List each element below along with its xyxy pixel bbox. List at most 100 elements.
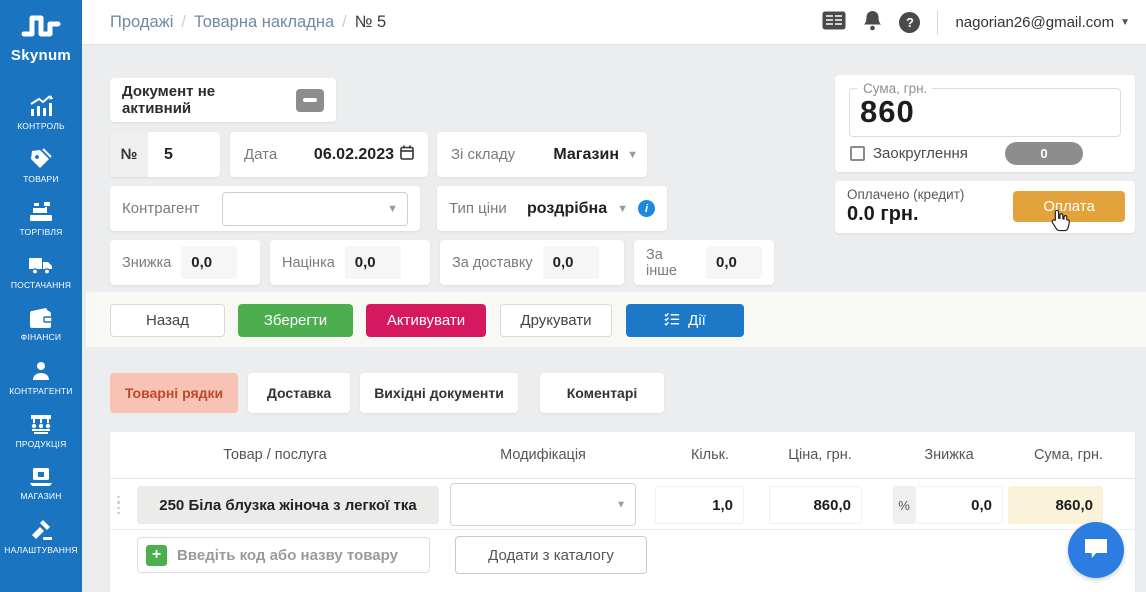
breadcrumb: Продажі / Товарна накладна / № 5: [110, 0, 386, 45]
price-tags-icon: [29, 147, 53, 171]
sidebar-item-finance[interactable]: ФІНАНСИ: [0, 298, 82, 351]
sidebar-item-label: ФІНАНСИ: [20, 332, 62, 342]
breadcrumb-sales-link[interactable]: Продажі: [110, 13, 173, 32]
other-fee-label: За інше: [646, 246, 677, 279]
sidebar-item-label: ТОВАРИ: [23, 174, 59, 184]
cash-register-icon: [28, 200, 54, 224]
sidebar-item-production[interactable]: ПРОДУКЦІЯ: [0, 404, 82, 457]
delivery-fee-label: За доставку: [452, 254, 533, 271]
price-input[interactable]: 860,0: [769, 486, 862, 524]
counterparty-label: Контрагент: [122, 200, 200, 217]
active-toggle[interactable]: [296, 88, 324, 112]
production-icon: [28, 412, 54, 436]
sidebar-item-label: КОНТРАГЕНТИ: [9, 386, 73, 396]
sidebar-item-label: ПРОДУКЦІЯ: [15, 439, 67, 449]
app-screen: Skynum КОНТРОЛЬ ТОВАРИ ТОРГІВЛЯ ПОСТАЧАН…: [0, 0, 1146, 592]
total-fieldset: Сума, грн. 860: [849, 81, 1121, 137]
sidebar-item-label: МАГАЗИН: [20, 491, 62, 501]
tab-outgoing-documents[interactable]: Вихідні документи: [360, 373, 518, 413]
row-discount-input[interactable]: 0,0: [915, 486, 1003, 524]
chevron-down-icon: ▼: [616, 499, 626, 510]
sidebar-item-label: КОНТРОЛЬ: [17, 121, 65, 131]
row-sum-cell: 860,0: [1008, 486, 1103, 524]
date-value[interactable]: 06.02.2023: [314, 146, 394, 164]
sidebar-item-shop[interactable]: МАГАЗИН: [0, 457, 82, 510]
chevron-down-icon: ▼: [387, 202, 398, 215]
sidebar-item-goods[interactable]: ТОВАРИ: [0, 139, 82, 192]
add-from-catalog-button[interactable]: Додати з каталогу: [455, 536, 647, 574]
rounding-value-pill[interactable]: 0: [1005, 142, 1083, 165]
other-fee-input[interactable]: 0,0: [706, 246, 762, 279]
add-product-placeholder: Введіть код або назву товару: [177, 546, 398, 564]
topbar-divider: [937, 10, 939, 35]
chart-growth-icon: [28, 94, 54, 118]
markup-card: Націнка 0,0: [270, 240, 430, 285]
row-drag-handle[interactable]: [117, 496, 123, 514]
delivery-fee-input[interactable]: 0,0: [542, 246, 599, 279]
col-header-discount: Знижка: [924, 447, 974, 463]
modification-select[interactable]: ▼: [450, 483, 636, 526]
wallet-icon: [28, 307, 54, 329]
plus-icon: +: [146, 544, 167, 566]
sidebar-item-counterparties[interactable]: КОНТРАГЕНТИ: [0, 351, 82, 404]
person-icon: [29, 359, 53, 383]
product-name-cell[interactable]: 250 Біла блузка жіноча з легкої тка: [137, 486, 439, 524]
chevron-down-icon[interactable]: ▼: [627, 149, 638, 161]
sidebar-item-control[interactable]: КОНТРОЛЬ: [0, 86, 82, 139]
print-button[interactable]: Друкувати: [500, 304, 612, 337]
price-type-select[interactable]: роздрібна: [527, 200, 607, 218]
activate-button[interactable]: Активувати: [366, 304, 486, 337]
pay-button[interactable]: Оплата: [1013, 191, 1125, 222]
brand-name: Skynum: [10, 47, 72, 64]
products-table: Товар / послуга Модифікація Кільк. Ціна,…: [110, 432, 1135, 592]
calendar-icon[interactable]: [400, 145, 414, 165]
info-icon[interactable]: i: [638, 200, 655, 217]
task-list-icon: [664, 312, 680, 330]
qty-input[interactable]: 1,0: [655, 486, 744, 524]
help-icon[interactable]: ?: [899, 12, 921, 33]
chevron-down-icon[interactable]: ▼: [617, 203, 628, 215]
date-label: Дата: [244, 146, 278, 163]
account-menu[interactable]: nagorian26@gmail.com ▼: [955, 14, 1130, 31]
sidebar-item-supply[interactable]: ПОСТАЧАННЯ: [0, 245, 82, 298]
back-button[interactable]: Назад: [110, 304, 225, 337]
rounding-label: Заокруглення: [873, 145, 968, 162]
sidebar-nav: КОНТРОЛЬ ТОВАРИ ТОРГІВЛЯ ПОСТАЧАННЯ ФІНА…: [0, 86, 82, 563]
tab-comments[interactable]: Коментарі: [540, 373, 664, 413]
markup-label: Націнка: [282, 254, 335, 271]
bell-icon[interactable]: [863, 10, 882, 36]
discount-input[interactable]: 0,0: [181, 246, 238, 279]
markup-input[interactable]: 0,0: [344, 246, 401, 279]
document-number-value[interactable]: 5: [164, 146, 173, 164]
news-icon[interactable]: [822, 11, 846, 35]
warehouse-select[interactable]: Магазин: [553, 146, 619, 164]
sidebar: Skynum КОНТРОЛЬ ТОВАРИ ТОРГІВЛЯ ПОСТАЧАН…: [0, 0, 82, 592]
sidebar-item-trade[interactable]: ТОРГІВЛЯ: [0, 192, 82, 245]
price-type-label: Тип ціни: [449, 200, 507, 217]
sidebar-item-label: ТОРГІВЛЯ: [19, 227, 63, 237]
warehouse-card: Зі складу Магазин ▼: [437, 132, 647, 177]
total-value: 860: [860, 94, 915, 129]
price-type-card: Тип ціни роздрібна ▼ i: [437, 186, 667, 231]
document-number-card: № 5: [110, 132, 220, 177]
add-product-input[interactable]: + Введіть код або назву товару: [137, 537, 430, 573]
brand-logo[interactable]: Skynum: [0, 0, 82, 64]
counterparty-select[interactable]: ▼: [222, 191, 408, 226]
actions-menu-button[interactable]: Дії: [626, 304, 744, 337]
rounding-row: Заокруглення 0: [850, 142, 1083, 165]
ukraine-flag-icon: [55, 34, 72, 45]
chat-widget-button[interactable]: [1068, 522, 1124, 578]
paid-card: Оплачено (кредит) 0.0 грн. Оплата: [835, 181, 1135, 233]
total-card: Сума, грн. 860 Заокруглення 0: [835, 75, 1135, 172]
discount-card: Знижка 0,0: [110, 240, 260, 285]
breadcrumb-invoice-link[interactable]: Товарна накладна: [194, 13, 334, 32]
tab-product-rows[interactable]: Товарні рядки: [110, 373, 238, 413]
save-button[interactable]: Зберегти: [238, 304, 353, 337]
tab-delivery[interactable]: Доставка: [248, 373, 350, 413]
delivery-fee-card: За доставку 0,0: [440, 240, 624, 285]
sidebar-item-settings[interactable]: НАЛАШТУВАННЯ: [0, 510, 82, 563]
discount-unit-badge[interactable]: %: [893, 486, 915, 524]
rounding-checkbox[interactable]: [850, 146, 865, 161]
sidebar-item-label: ПОСТАЧАННЯ: [10, 280, 72, 290]
other-fee-card: За інше 0,0: [634, 240, 774, 285]
